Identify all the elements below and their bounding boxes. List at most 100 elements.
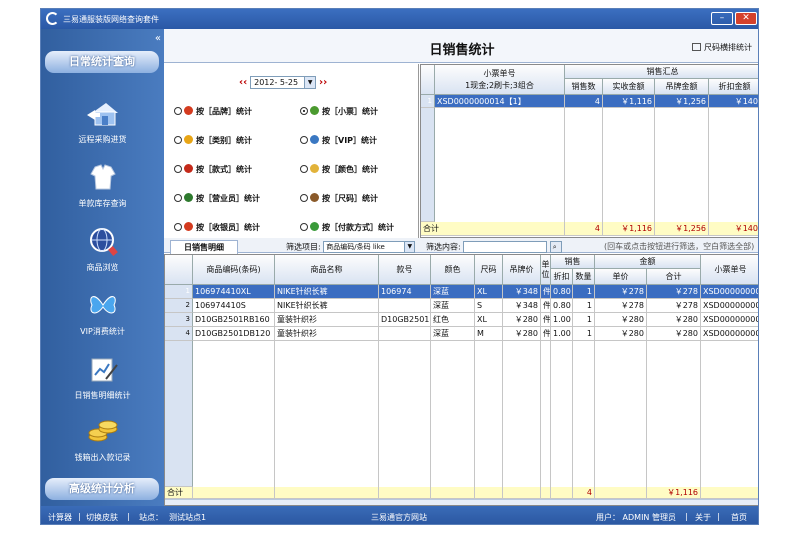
cell-size[interactable]: S bbox=[475, 299, 503, 313]
row-selector[interactable]: 1 bbox=[165, 285, 193, 299]
col-code[interactable]: 商品编码(条码) bbox=[193, 255, 275, 285]
checkbox-icon[interactable] bbox=[692, 43, 701, 51]
group-by-option[interactable]: 按［VIP］统计 bbox=[300, 135, 377, 146]
cell-name[interactable]: NIKE针织长裤 bbox=[275, 299, 379, 313]
cell-price[interactable]: ￥278 bbox=[595, 285, 647, 299]
group-by-option[interactable]: 按［款式］统计 bbox=[174, 164, 252, 175]
cell-ticket[interactable]: XSD0000000014 bbox=[701, 285, 758, 299]
radio-button[interactable] bbox=[300, 136, 308, 144]
col-size[interactable]: 尺码 bbox=[475, 255, 503, 285]
sidebar-item-vip-stats[interactable]: VIP消费统计 bbox=[41, 289, 164, 337]
tab-daily-detail[interactable]: 日销售明细 bbox=[170, 240, 238, 254]
group-by-option[interactable]: 按［付款方式］统计 bbox=[300, 222, 394, 233]
minimize-button[interactable]: – bbox=[711, 12, 733, 25]
cell-code[interactable]: 106974410S bbox=[193, 299, 275, 313]
cell-color[interactable]: 深蓝 bbox=[431, 327, 475, 341]
radio-button[interactable] bbox=[174, 165, 182, 173]
radio-button[interactable] bbox=[300, 223, 308, 231]
cell-ticket[interactable]: XSD0000000014 bbox=[701, 313, 758, 327]
cell-disc[interactable]: 1.00 bbox=[551, 327, 573, 341]
cell-sum[interactable]: ￥278 bbox=[647, 285, 701, 299]
home-link[interactable]: 首页 bbox=[731, 512, 747, 523]
group-by-option[interactable]: 按［品牌］统计 bbox=[174, 106, 252, 117]
row-selector[interactable]: 4 bbox=[165, 327, 193, 341]
cell-disc[interactable]: 0.80 bbox=[551, 299, 573, 313]
cell-name[interactable]: 童装针织衫 bbox=[275, 313, 379, 327]
cell-code[interactable]: D10GB2501DB120 bbox=[193, 327, 275, 341]
sidebar-item-cashbox[interactable]: 钱箱出入款记录 bbox=[41, 415, 164, 463]
cell-name[interactable]: NIKE针织长裤 bbox=[275, 285, 379, 299]
dropdown-arrow-icon[interactable]: ▼ bbox=[404, 242, 415, 252]
row-selector[interactable]: 1 bbox=[421, 95, 435, 108]
cell-size[interactable]: XL bbox=[475, 313, 503, 327]
about-link[interactable]: 关于 bbox=[695, 512, 711, 523]
cell-unit[interactable]: 件 bbox=[541, 299, 551, 313]
sidebar-section-daily[interactable]: 日常统计查询 bbox=[45, 51, 159, 73]
switch-skin-link[interactable]: 切换皮肤 bbox=[86, 512, 118, 523]
cell-sum[interactable]: ￥280 bbox=[647, 313, 701, 327]
filter-item-select[interactable]: 商品编码/条码 like ▼ bbox=[323, 241, 416, 253]
official-site-link[interactable]: 三易通官方网站 bbox=[371, 512, 427, 523]
cell-unit[interactable]: 件 bbox=[541, 313, 551, 327]
col-price[interactable]: 单价 bbox=[595, 269, 647, 285]
cell-ticket[interactable]: XSD0000000014 bbox=[701, 327, 758, 341]
group-by-option[interactable]: 按［收银员］统计 bbox=[174, 222, 260, 233]
cell-price[interactable]: ￥280 bbox=[595, 327, 647, 341]
cell-price[interactable]: ￥278 bbox=[595, 299, 647, 313]
radio-button[interactable] bbox=[300, 194, 308, 202]
cell-style[interactable] bbox=[379, 327, 431, 341]
cell-size[interactable]: XL bbox=[475, 285, 503, 299]
cell-tag[interactable]: ￥280 bbox=[503, 327, 541, 341]
cell-name[interactable]: 童装针织衫 bbox=[275, 327, 379, 341]
radio-button[interactable] bbox=[174, 136, 182, 144]
cell-qty[interactable]: 4 bbox=[565, 95, 603, 108]
group-by-option[interactable]: 按［类别］统计 bbox=[174, 135, 252, 146]
col-color[interactable]: 颜色 bbox=[431, 255, 475, 285]
sidebar-section-advanced[interactable]: 高级统计分析 bbox=[45, 478, 159, 500]
cell-sum[interactable]: ￥278 bbox=[647, 299, 701, 313]
sidebar-item-product-browse[interactable]: 商品浏览 bbox=[41, 225, 164, 273]
col-name[interactable]: 商品名称 bbox=[275, 255, 379, 285]
filter-search-button[interactable]: ⌕ bbox=[549, 241, 562, 253]
cell-tag[interactable]: ￥280 bbox=[503, 313, 541, 327]
radio-button[interactable] bbox=[300, 107, 308, 115]
cell-tag[interactable]: ￥348 bbox=[503, 299, 541, 313]
size-horizontal-toggle[interactable]: 尺码横排统计 bbox=[692, 42, 752, 53]
cell-unit[interactable]: 件 bbox=[541, 327, 551, 341]
col-disc[interactable]: 折扣 bbox=[551, 269, 573, 285]
filter-content-input[interactable] bbox=[463, 241, 548, 253]
col-qty[interactable]: 数量 bbox=[573, 269, 595, 285]
radio-button[interactable] bbox=[174, 194, 182, 202]
cell-qty[interactable]: 1 bbox=[573, 327, 595, 341]
cell-unit[interactable]: 件 bbox=[541, 285, 551, 299]
group-by-option[interactable]: 按［颜色］统计 bbox=[300, 164, 378, 175]
col-unit[interactable]: 单位 bbox=[541, 255, 551, 285]
group-by-option[interactable]: 按［尺码］统计 bbox=[300, 193, 378, 204]
next-date-button[interactable]: ›› bbox=[319, 77, 327, 88]
sidebar-item-stock-query[interactable]: 单款库存查询 bbox=[41, 161, 164, 209]
cell-disc[interactable]: 0.80 bbox=[551, 285, 573, 299]
cell-style[interactable]: 106974 bbox=[379, 285, 431, 299]
sidebar-item-daily-detail[interactable]: 日销售明细统计 bbox=[41, 353, 164, 401]
group-by-option[interactable]: 按［营业员］统计 bbox=[174, 193, 260, 204]
cell-style[interactable] bbox=[379, 299, 431, 313]
cell-code[interactable]: D10GB2501RB160 bbox=[193, 313, 275, 327]
cell-paid[interactable]: ￥1,116 bbox=[603, 95, 655, 108]
cell-disc[interactable]: 1.00 bbox=[551, 313, 573, 327]
sidebar-item-remote-purchase[interactable]: 远程采购进货 bbox=[41, 97, 164, 145]
date-input[interactable]: 2012- 5-25 ▼ bbox=[250, 76, 317, 89]
row-selector[interactable]: 3 bbox=[165, 313, 193, 327]
cell-qty[interactable]: 1 bbox=[573, 285, 595, 299]
cell-style[interactable]: D10GB2501 bbox=[379, 313, 431, 327]
col-style[interactable]: 款号 bbox=[379, 255, 431, 285]
cell-ticket[interactable]: XSD0000000014 bbox=[701, 299, 758, 313]
col-sum[interactable]: 合计 bbox=[647, 269, 701, 285]
dropdown-arrow-icon[interactable]: ▼ bbox=[304, 77, 316, 88]
prev-date-button[interactable]: ‹‹ bbox=[239, 77, 247, 88]
col-tag[interactable]: 吊牌价 bbox=[503, 255, 541, 285]
calculator-link[interactable]: 计算器 bbox=[48, 512, 72, 523]
horizontal-scrollbar[interactable] bbox=[165, 499, 758, 505]
cell-sum[interactable]: ￥280 bbox=[647, 327, 701, 341]
collapse-sidebar-icon[interactable]: « bbox=[155, 33, 161, 44]
cell-color[interactable]: 深蓝 bbox=[431, 299, 475, 313]
